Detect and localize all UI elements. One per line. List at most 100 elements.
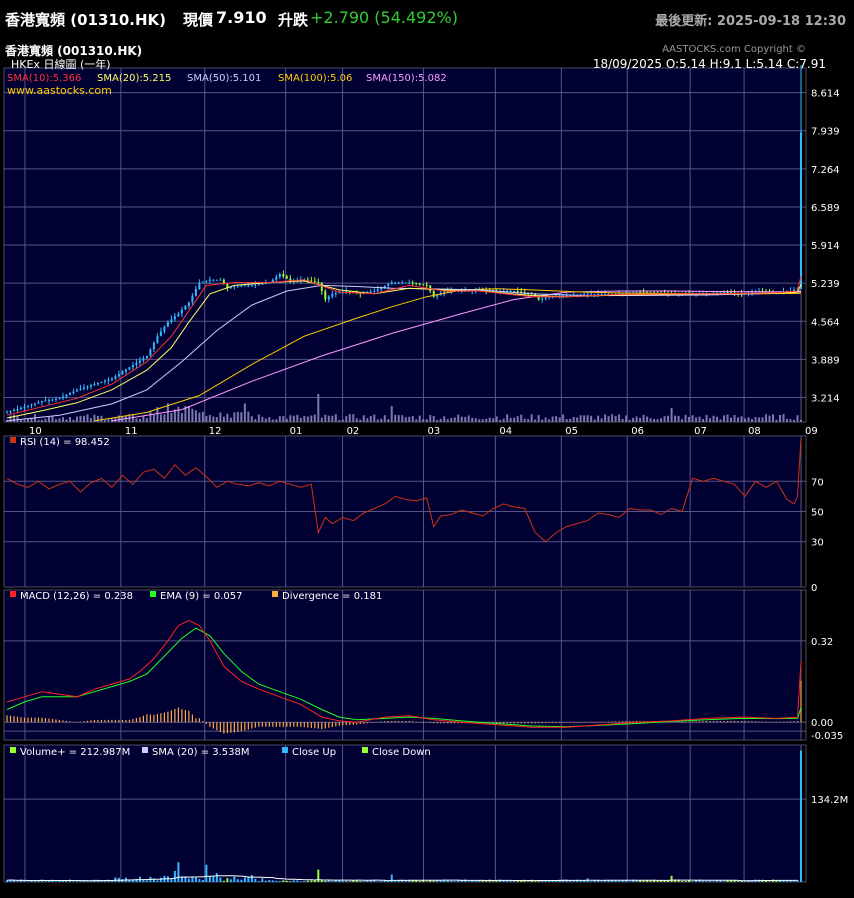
divergence-bar: [139, 717, 141, 723]
price-volume-bar: [327, 415, 330, 422]
price-volume-bar: [310, 415, 313, 422]
divergence-bar: [765, 721, 767, 723]
divergence-bar: [149, 714, 152, 723]
candle-body: [114, 376, 117, 379]
price-volume-bar: [499, 419, 502, 422]
candle-body: [369, 291, 372, 293]
divergence-bar: [69, 721, 71, 723]
volume-bar: [432, 880, 435, 882]
divergence-bar: [118, 719, 120, 723]
price-volume-bar: [299, 417, 302, 422]
price-volume-bar: [236, 411, 239, 422]
vol-y-tick: 134.2M: [811, 795, 848, 806]
divergence-bar: [342, 722, 344, 726]
candle-body: [520, 291, 523, 293]
divergence-bar: [254, 722, 256, 728]
price-volume-bar: [439, 418, 442, 422]
price-volume-bar: [68, 417, 71, 422]
volume-bar: [394, 880, 397, 882]
divergence-bar: [433, 722, 435, 724]
divergence-bar: [191, 714, 193, 723]
x-tick-06: 06: [631, 426, 644, 437]
volume-bar: [16, 881, 19, 882]
volume-bar: [793, 881, 796, 882]
macd-legend-ema: EMA (9) = 0.057: [160, 591, 243, 602]
price-volume-bar: [593, 419, 596, 422]
price-volume-bar: [516, 416, 519, 422]
candle-body: [285, 276, 288, 279]
divergence-bar: [370, 722, 372, 723]
volume-bar: [453, 881, 456, 882]
candle-body: [9, 411, 12, 413]
candle-body: [401, 282, 404, 284]
candle-body: [23, 406, 26, 408]
legend-sma50: SMA(50):5.101: [187, 73, 261, 84]
volume-bar: [450, 880, 453, 882]
price-change: +2.790 (54.492%): [310, 8, 458, 27]
divergence-bar: [604, 721, 606, 723]
candle-body: [376, 289, 379, 292]
candle-body: [152, 342, 155, 350]
divergence-bar: [622, 721, 624, 723]
divergence-bar: [618, 721, 620, 723]
price-volume-bar: [471, 417, 474, 422]
price-volume-bar: [786, 418, 789, 422]
divergence-bar: [79, 721, 82, 723]
candle-body: [61, 396, 64, 399]
volume-legend-0: Volume+ = 212.987M: [20, 747, 130, 758]
divergence-bar: [709, 721, 711, 723]
price-volume-bar: [569, 418, 572, 422]
divergence-bar: [296, 722, 298, 727]
candle-body: [247, 285, 250, 287]
price-volume-bar: [145, 418, 148, 422]
candle-body: [415, 283, 418, 285]
candle-body: [135, 362, 138, 365]
price-volume-bar: [446, 419, 449, 422]
volume-bar: [355, 880, 358, 882]
volume-bar: [254, 878, 257, 882]
price-volume-bar: [481, 419, 484, 422]
divergence-bar: [202, 721, 204, 723]
candle-body: [513, 291, 516, 293]
divergence-bar: [408, 721, 410, 723]
divergence-bar: [744, 721, 746, 723]
price-volume-bar: [373, 414, 376, 422]
volume-bar: [404, 881, 407, 882]
divergence-bar: [597, 721, 599, 723]
divergence-bar: [366, 722, 368, 724]
candle-body: [44, 400, 47, 402]
volume-bar: [618, 880, 621, 882]
divergence-bar: [587, 722, 589, 723]
divergence-bar: [90, 720, 92, 723]
divergence-bar: [594, 721, 596, 723]
candle-body: [586, 293, 589, 295]
divergence-bar: [128, 719, 131, 723]
divergence-bar: [401, 721, 403, 723]
divergence-bar: [611, 721, 613, 723]
volume-bar: [261, 878, 264, 882]
price-volume-bar: [362, 415, 365, 422]
candle-body: [418, 283, 421, 285]
stock-title: 香港寬頻 (01310.HK): [5, 11, 166, 29]
divergence-bar: [384, 721, 386, 723]
divergence-bar: [100, 719, 103, 723]
price-volume-bar: [779, 415, 782, 422]
price-volume-bar: [138, 418, 141, 422]
price-volume-bar: [75, 416, 78, 422]
candle-body: [257, 284, 260, 286]
volume-bar: [348, 881, 351, 882]
divergence-bar: [629, 721, 631, 723]
divergence-bar: [349, 722, 351, 725]
divergence-bar: [51, 719, 54, 723]
divergence-bar: [359, 722, 361, 725]
volume-bar: [376, 881, 379, 882]
price-volume-bar: [229, 417, 232, 422]
divergence-bar: [279, 722, 281, 727]
volume-bar: [331, 881, 334, 882]
divergence-bar: [62, 720, 64, 723]
divergence-bar: [363, 722, 365, 724]
volume-bar: [79, 881, 82, 882]
price-volume-bar: [674, 415, 677, 422]
divergence-bar: [65, 720, 68, 723]
divergence-bar: [23, 717, 26, 723]
